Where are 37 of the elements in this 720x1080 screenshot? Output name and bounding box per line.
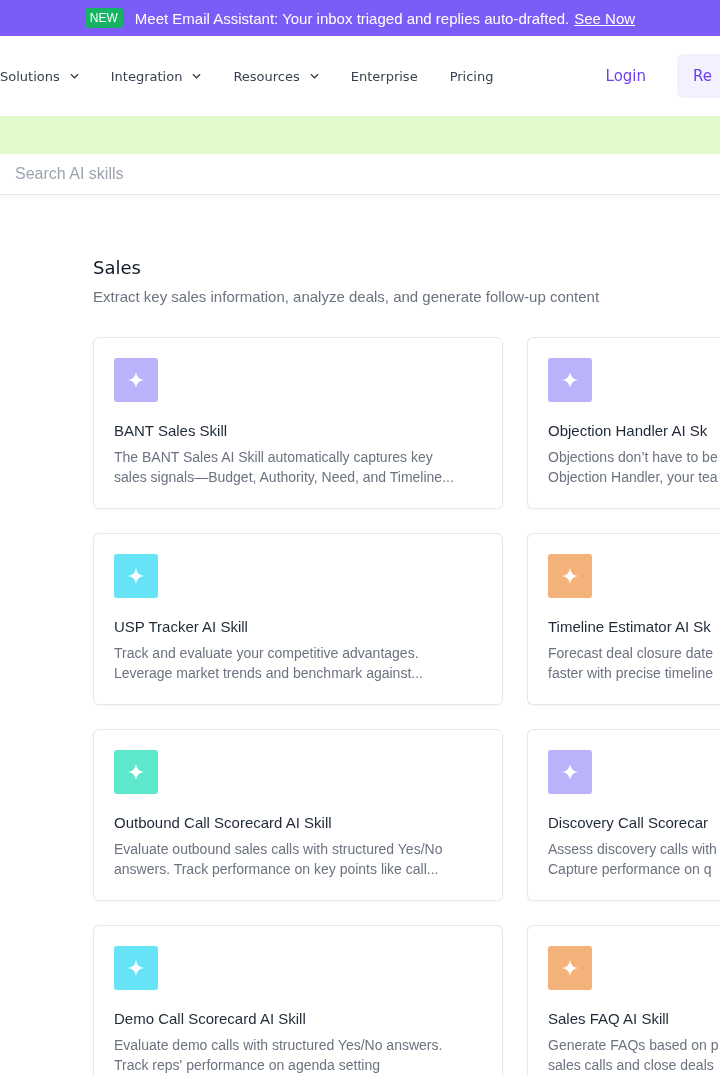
new-badge: NEW: [84, 8, 123, 28]
section-title: Sales: [93, 257, 142, 278]
card-title: Discovery Call Scorecar: [548, 814, 710, 831]
nav-menu-item[interactable]: Integration: [110, 68, 202, 84]
skill-card[interactable]: Discovery Call Scorecar Assess discovery calls with Capture performance on q: [527, 729, 720, 901]
skill-card[interactable]: Objection Handler AI Sk Objections don’t have to be Objection Handler, your tea: [527, 337, 720, 509]
skill-card[interactable]: Demo Call Scorecard AI Skill Evaluate demo calls with structured Yes/No answers. Track reps' performance on agenda setting: [93, 925, 503, 1075]
card-title: Timeline Estimator AI Sk: [548, 618, 712, 635]
skill-card[interactable]: Sales FAQ AI Skill Generate FAQs based on p sales calls and close deals: [527, 925, 720, 1075]
nav-menu-item[interactable]: Enterprise: [350, 68, 418, 84]
card-title: Sales FAQ AI Skill: [548, 1010, 670, 1027]
card-description: Track and evaluate your competitive advantages. Leverage market trends and benchmark against...: [114, 644, 424, 683]
card-title: USP Tracker AI Skill: [114, 618, 249, 635]
nav-menu-item[interactable]: Solutions: [0, 68, 79, 84]
signup-button[interactable]: Re: [677, 54, 720, 98]
skill-card[interactable]: Outbound Call Scorecard AI Skill Evaluate outbound sales calls with structured Yes/No answers. Track performance on key points like call...: [93, 729, 503, 901]
card-description: Forecast deal closure date faster with precise timeline: [548, 644, 714, 683]
card-description: Assess discovery calls with Capture performance on q: [548, 840, 718, 879]
section-subtitle: Extract key sales information, analyze deals, and generate follow-up content: [93, 288, 601, 305]
announcement-text: Meet Email Assistant: Your inbox triaged and replies auto-drafted.: [134, 9, 570, 27]
card-description: The BANT Sales AI Skill automatically captures key sales signals—Budget, Authority, Need, and Timeline...: [114, 448, 455, 487]
card-title: Objection Handler AI Sk: [548, 422, 709, 439]
card-description: Objections don’t have to be Objection Handler, your tea: [548, 448, 719, 487]
search-field[interactable]: Search AI skills: [0, 154, 720, 195]
card-description: Evaluate outbound sales calls with structured Yes/No answers. Track performance on key points like call...: [114, 840, 444, 879]
card-description: Generate FAQs based on p sales calls and close deals: [548, 1036, 720, 1075]
nav-menu-item[interactable]: Resources: [233, 68, 319, 84]
card-description: Evaluate demo calls with structured Yes/No answers. Track reps' performance on agenda setting: [114, 1036, 444, 1075]
nav-menu-item[interactable]: Pricing: [449, 68, 494, 84]
skill-card[interactable]: BANT Sales Skill The BANT Sales AI Skill automatically captures key sales signals—Budget, Authority, Need, and Timeline...: [93, 337, 503, 509]
skill-card[interactable]: USP Tracker AI Skill Track and evaluate your competitive advantages. Leverage market trends and benchmark against...: [93, 533, 503, 705]
card-title: Outbound Call Scorecard AI Skill: [114, 814, 333, 831]
login-link[interactable]: Login: [605, 67, 646, 85]
card-title: BANT Sales Skill: [114, 422, 229, 439]
card-title: Demo Call Scorecard AI Skill: [114, 1010, 307, 1027]
skill-card[interactable]: Timeline Estimator AI Sk Forecast deal closure date faster with precise timeline: [527, 533, 720, 705]
see-now-link[interactable]: See Now: [574, 9, 636, 27]
